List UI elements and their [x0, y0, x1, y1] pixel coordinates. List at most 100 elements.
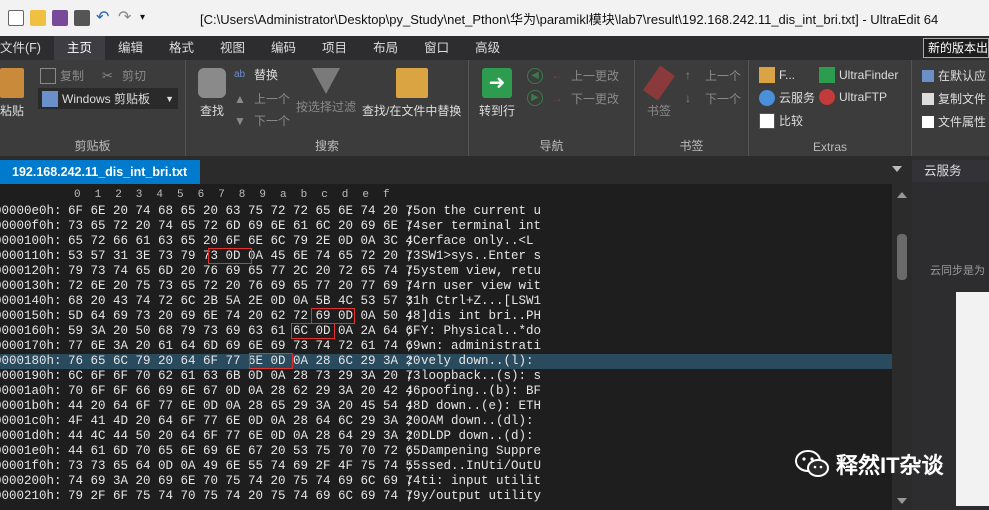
ultrafinder-button[interactable]: UltraFinder	[819, 67, 898, 83]
undo-icon[interactable]: ↶	[96, 10, 112, 26]
hex-row[interactable]: 00001e0h: 44 61 6D 70 65 6E 69 6E 67 20 5…	[0, 444, 892, 459]
filter-selection-button[interactable]: 按选择过滤	[296, 68, 356, 115]
menu-edit[interactable]: 编辑	[105, 36, 156, 60]
menu-layout[interactable]: 布局	[360, 36, 411, 60]
hex-row[interactable]: 0000150h: 5D 64 69 73 20 69 6E 74 20 62 7…	[0, 309, 892, 324]
hex-row-bytes[interactable]: 68 20 43 74 72 6C 2B 5A 2E 0D 0A 5B 4C 5…	[68, 294, 421, 309]
menu-encoding[interactable]: 编码	[258, 36, 309, 60]
hex-row[interactable]: 0000130h: 72 6E 20 75 73 65 72 20 76 69 6…	[0, 279, 892, 294]
hex-row-text[interactable]: y/output utility	[421, 489, 541, 504]
hex-row[interactable]: 00000e0h: 6F 6E 20 74 68 65 20 63 75 72 7…	[0, 204, 892, 219]
hex-row-bytes[interactable]: 79 2F 6F 75 74 70 75 74 20 75 74 69 6C 6…	[68, 489, 421, 504]
hex-row-text[interactable]: ystem view, retu	[421, 264, 541, 279]
hex-row-bytes[interactable]: 4F 41 4D 20 64 6F 77 6E 0D 0A 28 64 6C 2…	[68, 414, 421, 429]
hex-row[interactable]: 0000140h: 68 20 43 74 72 6C 2B 5A 2E 0D 0…	[0, 294, 892, 309]
find-next-button[interactable]: ▼ 下一个	[234, 112, 290, 129]
menu-project[interactable]: 项目	[309, 36, 360, 60]
hex-row[interactable]: 0000200h: 74 69 3A 20 69 6E 70 75 74 20 7…	[0, 474, 892, 489]
menu-advanced[interactable]: 高级	[462, 36, 513, 60]
menu-format[interactable]: 格式	[156, 36, 207, 60]
menu-home[interactable]: 主页	[53, 36, 105, 60]
cloud-services-button[interactable]: 云服务	[759, 89, 815, 106]
hex-row-text[interactable]: SW1>sys..Enter s	[421, 249, 541, 264]
goto-line-button[interactable]: ➜ 转到行	[479, 68, 515, 119]
hex-row-bytes[interactable]: 6F 6E 20 74 68 65 20 63 75 72 72 65 6E 7…	[68, 204, 421, 219]
hex-row-bytes[interactable]: 72 6E 20 75 73 65 72 20 76 69 65 77 20 7…	[68, 279, 421, 294]
hex-row-text[interactable]: wn: administrati	[421, 339, 541, 354]
nav-back-icon[interactable]: ◀	[527, 68, 543, 84]
hex-row[interactable]: 0000210h: 79 2F 6F 75 74 70 75 74 20 75 7…	[0, 489, 892, 504]
hex-row-bytes[interactable]: 6C 6F 6F 70 62 61 63 6B 0D 0A 28 73 29 3…	[68, 369, 421, 384]
nav-forward-icon[interactable]: ▶	[527, 90, 543, 106]
hex-row-text[interactable]: D down..(e): ETH	[421, 399, 541, 414]
hex-row-bytes[interactable]: 79 73 74 65 6D 20 76 69 65 77 2C 20 72 6…	[68, 264, 421, 279]
scrollbar-thumb[interactable]	[897, 234, 907, 280]
prev-change-button[interactable]: ← 上一更改	[551, 67, 619, 84]
save-icon[interactable]	[52, 10, 68, 26]
bookmark-button[interactable]: 书签	[643, 65, 675, 119]
hex-row[interactable]: 0000180h: 76 65 6C 79 20 64 6F 77 6E 0D 0…	[0, 354, 892, 369]
hex-row-text[interactable]: on the current u	[421, 204, 541, 219]
hex-row[interactable]: 0000170h: 77 6E 3A 20 61 64 6D 69 6E 69 7…	[0, 339, 892, 354]
hex-row-bytes[interactable]: 5D 64 69 73 20 69 6E 74 20 62 72 69 0D 0…	[68, 309, 421, 324]
open-default-button[interactable]: 在默认应	[922, 67, 986, 84]
hex-row-text[interactable]: loopback..(s): s	[421, 369, 541, 384]
file-tab[interactable]: 192.168.242.11_dis_int_bri.txt	[0, 160, 200, 184]
paste-button[interactable]: 粘贴	[0, 68, 24, 119]
menu-view[interactable]: 视图	[207, 36, 258, 60]
compare-button[interactable]: 比较	[759, 112, 803, 129]
hex-row[interactable]: 0000160h: 59 3A 20 50 68 79 73 69 63 61 6…	[0, 324, 892, 339]
redo-icon[interactable]: ↷	[118, 10, 134, 26]
hex-row-text[interactable]: ssed..InUti/OutU	[421, 459, 541, 474]
hex-row[interactable]: 00001a0h: 70 6F 6F 66 69 6E 67 0D 0A 28 6…	[0, 384, 892, 399]
hex-row-text[interactable]: ti: input utilit	[421, 474, 541, 489]
hex-row[interactable]: 00001b0h: 44 20 64 6F 77 6E 0D 0A 28 65 2…	[0, 399, 892, 414]
find-button[interactable]: 查找	[198, 68, 226, 119]
hex-row-text[interactable]: rn user view wit	[421, 279, 541, 294]
hex-row-bytes[interactable]: 59 3A 20 50 68 79 73 69 63 61 6C 0D 0A 2…	[68, 324, 421, 339]
scroll-up-icon[interactable]	[897, 192, 907, 198]
copy-file-button[interactable]: 复制文件	[922, 90, 986, 107]
hex-row-text[interactable]: poofing..(b): BF	[421, 384, 541, 399]
hex-row[interactable]: 0000100h: 65 72 66 61 63 65 20 6F 6E 6C 7…	[0, 234, 892, 249]
new-version-notice[interactable]: 新的版本出现	[923, 38, 989, 58]
hex-row-bytes[interactable]: 44 4C 44 50 20 64 6F 77 6E 0D 0A 28 64 2…	[68, 429, 421, 444]
hex-row-text[interactable]: OAM down..(dl):	[421, 414, 541, 429]
hex-row-text[interactable]: DLDP down..(d):	[421, 429, 541, 444]
hex-row[interactable]: 00001c0h: 4F 41 4D 20 64 6F 77 6E 0D 0A 2…	[0, 414, 892, 429]
hex-row-text[interactable]: Y: Physical..*do	[421, 324, 541, 339]
scroll-down-icon[interactable]	[897, 498, 907, 504]
hex-row-bytes[interactable]: 70 6F 6F 66 69 6E 67 0D 0A 28 62 29 3A 2…	[68, 384, 421, 399]
find-in-files-button[interactable]: 查找/在文件中替换	[362, 68, 461, 119]
print-icon[interactable]	[74, 10, 90, 26]
hex-row-text[interactable]: ]dis int bri..PH	[421, 309, 541, 324]
hex-row-bytes[interactable]: 77 6E 3A 20 61 64 6D 69 6E 69 73 74 72 6…	[68, 339, 421, 354]
bookmark-next-button[interactable]: ↓ 下一个	[685, 90, 741, 107]
find-prev-button[interactable]: ▲ 上一个	[234, 90, 290, 107]
windows-clipboard-dropdown[interactable]: Windows 剪贴板 ▼	[38, 88, 178, 109]
hex-row-bytes[interactable]: 76 65 6C 79 20 64 6F 77 6E 0D 0A 28 6C 2…	[68, 354, 421, 369]
hex-editor[interactable]: 00000e0h: 6F 6E 20 74 68 65 20 63 75 72 7…	[0, 204, 892, 510]
bookmark-prev-button[interactable]: ↑ 上一个	[685, 67, 741, 84]
tab-list-dropdown-icon[interactable]	[892, 166, 902, 172]
hex-row-text[interactable]: vely down..(l):	[421, 354, 541, 369]
file-properties-button[interactable]: 文件属性	[922, 113, 986, 130]
cut-button[interactable]: ✂ 剪切	[102, 67, 146, 84]
hex-row-text[interactable]: erface only..<L	[421, 234, 534, 249]
hex-row-bytes[interactable]: 73 65 72 20 74 65 72 6D 69 6E 61 6C 20 6…	[68, 219, 421, 234]
menu-window[interactable]: 窗口	[411, 36, 462, 60]
hex-row-bytes[interactable]: 65 72 66 61 63 65 20 6F 6E 6C 79 2E 0D 0…	[68, 234, 421, 249]
hex-row-bytes[interactable]: 74 69 3A 20 69 6E 70 75 74 20 75 74 69 6…	[68, 474, 421, 489]
f-dropdown-button[interactable]: F...	[759, 67, 795, 83]
hex-row-text[interactable]: ser terminal int	[421, 219, 541, 234]
menu-file[interactable]: 文件(F)	[0, 36, 54, 60]
customize-dropdown-icon[interactable]: ▾	[140, 10, 156, 26]
copy-button[interactable]: 复制	[40, 67, 84, 84]
hex-row-bytes[interactable]: 44 61 6D 70 65 6E 69 6E 67 20 53 75 70 7…	[68, 444, 421, 459]
hex-row-bytes[interactable]: 44 20 64 6F 77 6E 0D 0A 28 65 29 3A 20 4…	[68, 399, 421, 414]
hex-row[interactable]: 00000f0h: 73 65 72 20 74 65 72 6D 69 6E 6…	[0, 219, 892, 234]
hex-row-bytes[interactable]: 73 73 65 64 0D 0A 49 6E 55 74 69 2F 4F 7…	[68, 459, 421, 474]
hex-row-text[interactable]: h Ctrl+Z...[LSW1	[421, 294, 541, 309]
ultraftp-button[interactable]: UltraFTP	[819, 89, 887, 105]
replace-button[interactable]: ab 替换	[234, 66, 278, 83]
